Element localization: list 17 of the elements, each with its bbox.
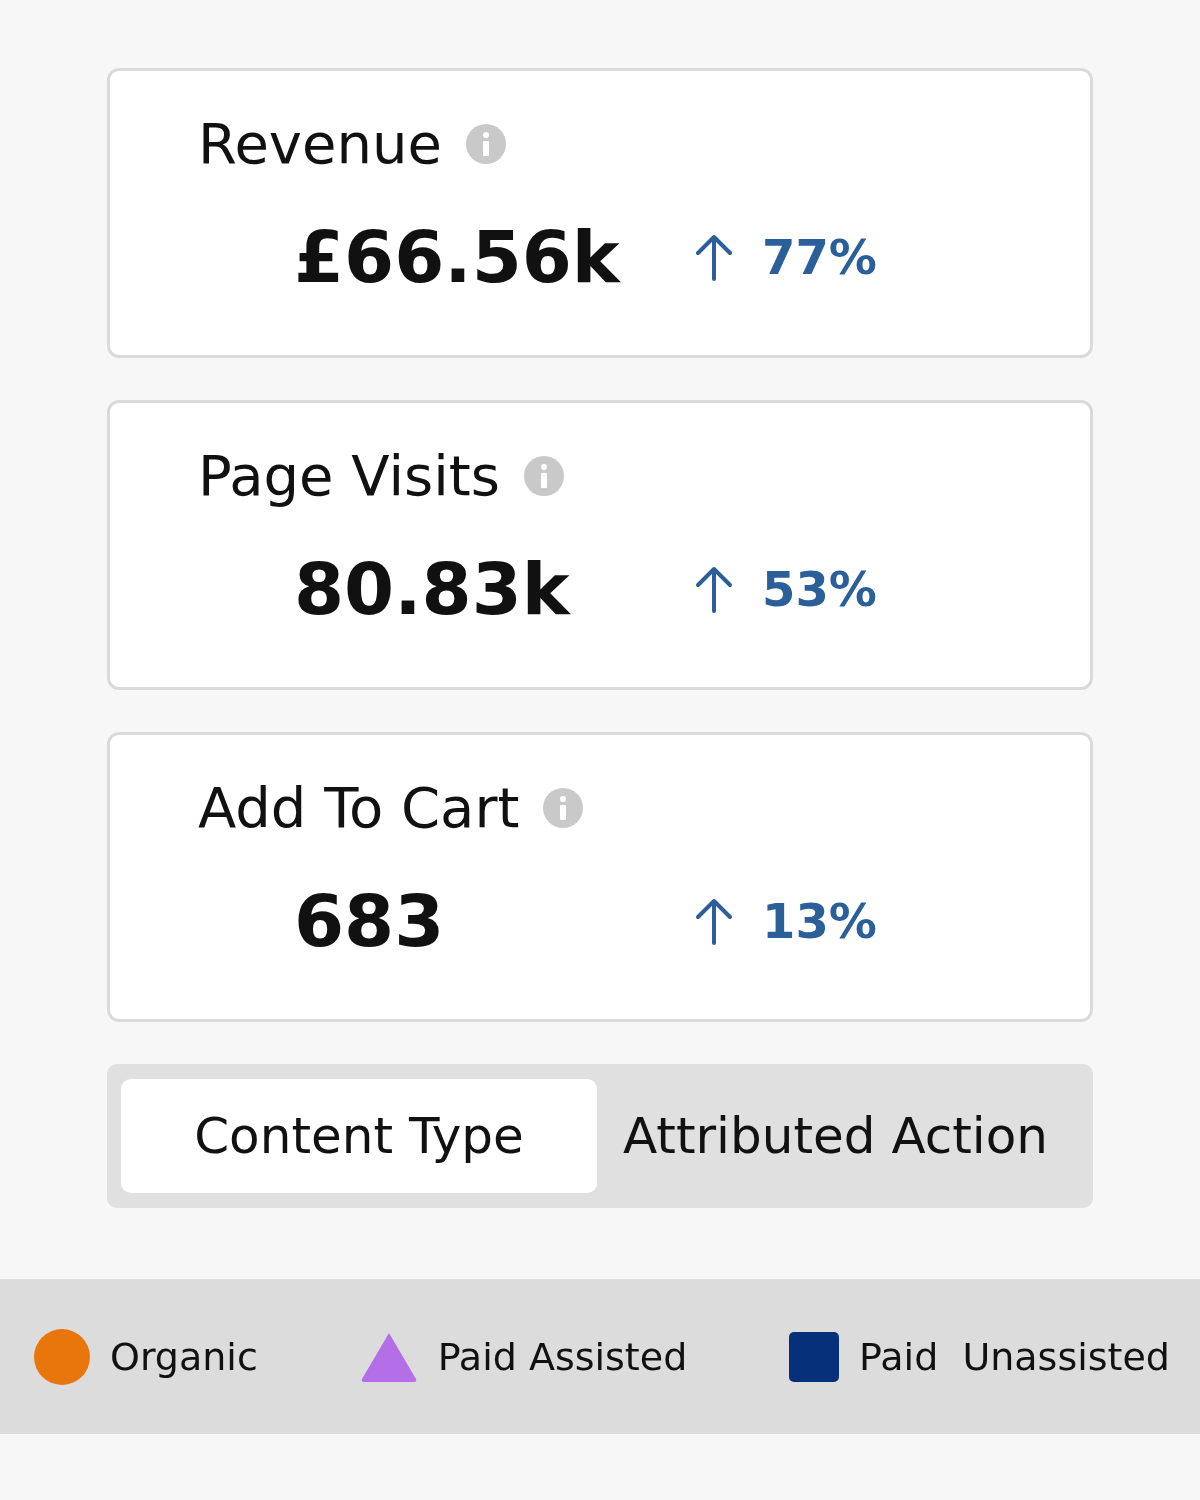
change-percent: 77% xyxy=(762,229,877,285)
metric-title: Revenue xyxy=(198,111,442,177)
tab[interactable]: Content Type xyxy=(121,1079,597,1193)
change-percent: 53% xyxy=(762,561,877,617)
legend-label: Organic xyxy=(110,1334,258,1379)
info-icon[interactable] xyxy=(523,456,564,496)
info-icon[interactable] xyxy=(543,788,584,828)
metric-title: Add To Cart xyxy=(198,775,520,841)
metric-value: 80.83k xyxy=(294,547,572,631)
legend-label: Paid Unassisted xyxy=(859,1334,1170,1379)
info-icon[interactable] xyxy=(465,124,506,164)
change-percent: 13% xyxy=(762,893,877,949)
metric-title: Page Visits xyxy=(198,443,500,509)
metric-value: 683 xyxy=(294,879,446,963)
legend-label: Paid Assisted xyxy=(437,1334,688,1379)
tab[interactable]: Attributed Action xyxy=(597,1079,1074,1193)
metric-value: £66.56k xyxy=(294,215,622,299)
